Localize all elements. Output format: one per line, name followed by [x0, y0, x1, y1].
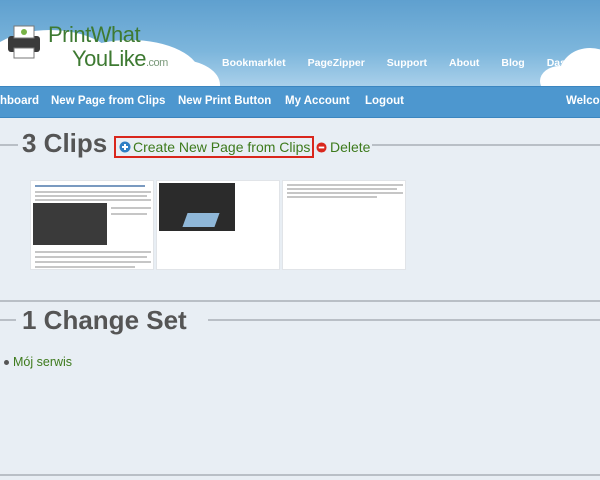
- create-new-page-link[interactable]: Create New Page from Clips: [133, 139, 310, 155]
- subnav-my-account[interactable]: My Account: [285, 95, 350, 107]
- section-divider: [372, 144, 600, 146]
- logo-text-line2: YouLike.com: [72, 46, 168, 71]
- account-nav-bar: hboard New Page from Clips New Print But…: [0, 86, 600, 118]
- nav-about[interactable]: About: [449, 57, 479, 69]
- clip-thumbnail[interactable]: [30, 180, 154, 270]
- clip-thumbnail[interactable]: [282, 180, 406, 270]
- section-divider: [0, 319, 16, 321]
- clips-heading: 3 Clips: [22, 128, 108, 158]
- site-logo[interactable]: PrintWhat YouLike.com: [0, 8, 180, 72]
- printer-icon: [8, 25, 40, 59]
- subnav-new-print-button[interactable]: New Print Button: [178, 95, 271, 107]
- nav-pagezipper[interactable]: PageZipper: [308, 57, 365, 69]
- plus-circle-icon: [119, 141, 131, 153]
- welcome-text: Welco: [566, 95, 600, 107]
- section-divider: [0, 300, 600, 302]
- top-nav: Bookmarklet PageZipper Support About Blo…: [222, 57, 600, 69]
- clip-thumbnail[interactable]: [156, 180, 280, 270]
- section-divider: [208, 319, 600, 321]
- change-set-heading: 1 Change Set: [22, 305, 187, 335]
- nav-dashboard[interactable]: Dashboard: [547, 57, 600, 69]
- clip-image: [33, 203, 107, 245]
- change-set-item[interactable]: Mój serwis: [13, 355, 72, 369]
- delete-link[interactable]: Delete: [330, 139, 370, 155]
- nav-blog[interactable]: Blog: [501, 57, 524, 69]
- subnav-dashboard[interactable]: hboard: [0, 95, 39, 107]
- logo-text-line1: PrintWhat: [48, 22, 141, 47]
- subnav-logout[interactable]: Logout: [365, 95, 404, 107]
- section-divider: [0, 144, 18, 146]
- minus-circle-icon: [316, 142, 327, 153]
- subnav-new-page-from-clips[interactable]: New Page from Clips: [51, 95, 165, 107]
- section-divider: [0, 474, 600, 476]
- list-bullet: [4, 360, 9, 365]
- site-header: PrintWhat YouLike.com Bookmarklet PageZi…: [0, 0, 600, 86]
- clip-image: [159, 183, 235, 231]
- nav-support[interactable]: Support: [387, 57, 427, 69]
- nav-bookmarklet[interactable]: Bookmarklet: [222, 57, 286, 69]
